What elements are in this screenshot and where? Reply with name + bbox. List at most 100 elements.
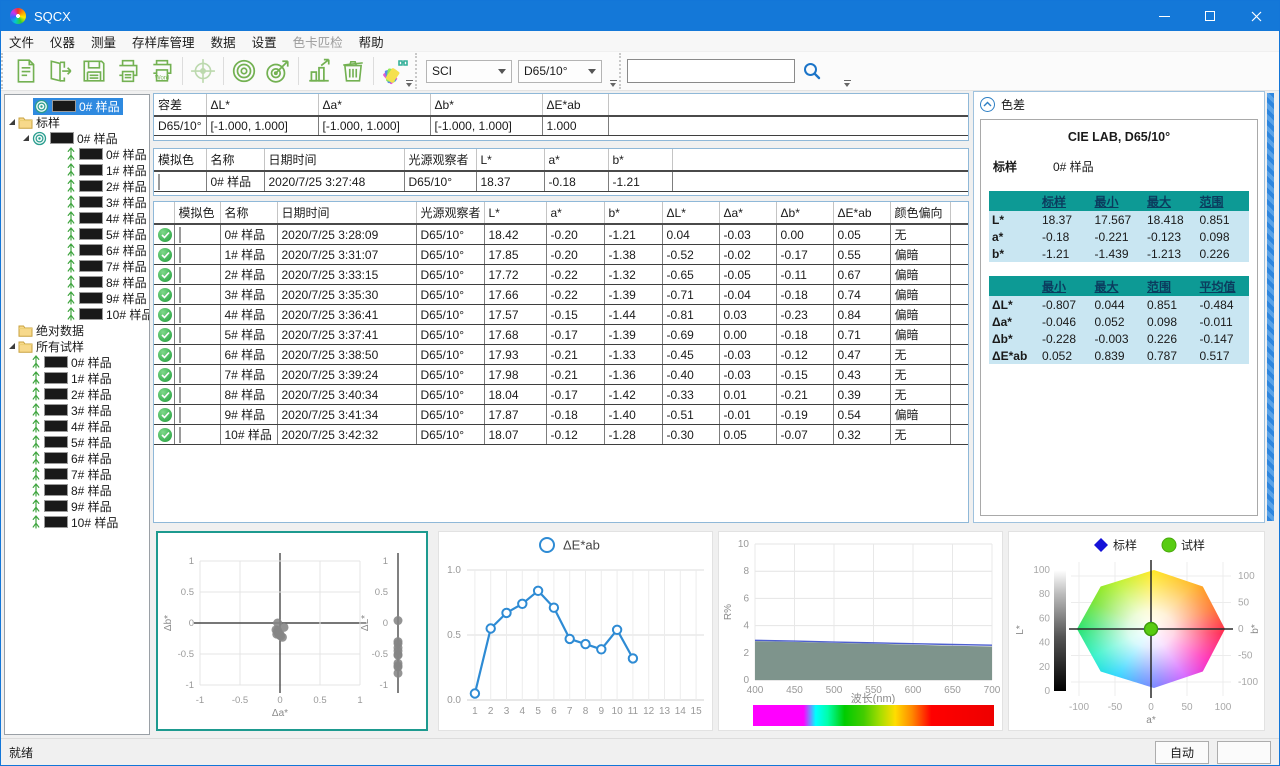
tree-item[interactable]: 5# 样品 [5,226,149,242]
save-button[interactable] [77,54,111,88]
color-swatch [179,387,181,403]
cell: 平均值 [1197,276,1250,296]
empty-status-button[interactable] [1217,741,1271,764]
tree-item[interactable]: 6# 样品 [5,450,149,466]
cell [174,245,220,265]
cell: -1.42 [604,385,662,405]
chart-panel-lab-gamut[interactable]: 020406080100L*-100-50050100-100-50050100… [1008,531,1265,731]
cell: -0.17 [776,245,833,265]
cell [174,345,220,365]
tree-item[interactable]: 1# 样品 [5,162,149,178]
tree-item[interactable]: 10# 样品 [5,306,149,322]
tree-item[interactable]: 7# 样品 [5,466,149,482]
cell: -0.65 [662,265,719,285]
menu-item-7[interactable]: 帮助 [351,30,392,53]
toolbar-overflow-icon[interactable] [405,80,414,88]
table-row[interactable]: D65/10°[-1.000, 1.000][-1.000, 1.000][-1… [154,116,968,135]
toolbar-overflow-icon[interactable] [843,80,852,88]
expander-icon[interactable] [7,341,17,351]
expander-icon[interactable] [21,133,31,143]
print-word-button[interactable]: Word [145,54,179,88]
close-button[interactable] [1233,1,1279,31]
sci-dropdown[interactable]: SCI [426,60,512,83]
menu-item-5[interactable]: 设置 [244,30,285,53]
tree-item[interactable]: 9# 样品 [5,290,149,306]
cell: -0.01 [719,405,776,425]
color-difference-panel: 色差 CIE LAB, D65/10° 标样 0# 样品 标样最小最大范围L*1… [973,91,1265,523]
delete-button[interactable] [336,54,370,88]
color-swatch [44,420,68,432]
tree-item[interactable]: 10# 样品 [5,514,149,530]
panel-scrollbar[interactable] [1267,93,1274,521]
tree-item[interactable]: 2# 样品 [5,178,149,194]
tree-item-label: 5# 样品 [71,434,112,451]
table-row[interactable]: 1# 样品2020/7/25 3:31:07D65/10°17.85-0.20-… [154,245,968,265]
auto-button[interactable]: 自动 [1155,741,1209,764]
tree-group-trials[interactable]: 所有试样 [5,338,149,354]
chart-button[interactable] [302,54,336,88]
tree-item[interactable]: 2# 样品 [5,386,149,402]
cell [154,345,174,365]
tree-item[interactable]: 4# 样品 [5,418,149,434]
color-swatch [44,356,68,368]
minimize-button[interactable] [1141,1,1187,31]
tree-item[interactable]: 1# 样品 [5,370,149,386]
cell: 2020/7/25 3:37:41 [277,325,416,345]
table-row[interactable]: 7# 样品2020/7/25 3:39:24D65/10°17.98-0.21-… [154,365,968,385]
tree-item[interactable]: 3# 样品 [5,402,149,418]
measure-button[interactable] [261,54,295,88]
cell [154,405,174,425]
menu-item-3[interactable]: 存样库管理 [124,30,203,53]
tree-item[interactable]: 8# 样品 [5,482,149,498]
table-row[interactable]: 0# 样品2020/7/25 3:27:48D65/10°18.37-0.18-… [154,171,968,192]
print-button[interactable] [111,54,145,88]
tree-group-absolute[interactable]: 绝对数据 [5,322,149,338]
table-row[interactable]: 6# 样品2020/7/25 3:38:50D65/10°17.93-0.21-… [154,345,968,365]
table-row[interactable]: 5# 样品2020/7/25 3:37:41D65/10°17.68-0.17-… [154,325,968,345]
menu-item-0[interactable]: 文件 [1,30,42,53]
tree-item[interactable]: 3# 样品 [5,194,149,210]
new-file-button[interactable] [9,54,43,88]
table-row[interactable]: 10# 样品2020/7/25 3:42:32D65/10°18.07-0.12… [154,425,968,445]
menu-item-6[interactable]: 色卡匹检 [285,30,351,53]
color-swatch [79,196,103,208]
menu-item-4[interactable]: 数据 [203,30,244,53]
maximize-button[interactable] [1187,1,1233,31]
table-row[interactable]: 0# 样品2020/7/25 3:28:09D65/10°18.42-0.20-… [154,224,968,245]
column-header: 光源观察者 [404,149,476,171]
table-row[interactable]: 8# 样品2020/7/25 3:40:34D65/10°18.04-0.17-… [154,385,968,405]
tree-item-current-standard[interactable]: 0# 样品 [5,98,149,114]
cell: 17.72 [484,265,546,285]
chart-panel-delta-scatter[interactable]: -1-1-0.5-0.5000.50.511Δa*Δb*-1-0.500.51Δ… [156,531,428,731]
cell: 0.00 [719,325,776,345]
tree-group-standard[interactable]: 标样 [5,114,149,130]
illuminant-dropdown[interactable]: D65/10° [518,60,602,83]
tree-item-standard-0[interactable]: 0# 样品 [5,130,149,146]
expander-icon[interactable] [7,117,17,127]
table-row[interactable]: 4# 样品2020/7/25 3:36:41D65/10°17.57-0.15-… [154,305,968,325]
toolbar-overflow-icon[interactable] [609,80,618,88]
tree-item[interactable]: 4# 样品 [5,210,149,226]
table-row[interactable]: 2# 样品2020/7/25 3:33:15D65/10°17.72-0.22-… [154,265,968,285]
cell: -0.12 [546,425,604,445]
calibrate-button[interactable] [227,54,261,88]
cell: -0.69 [662,325,719,345]
tree-item[interactable]: 9# 样品 [5,498,149,514]
tree-item[interactable]: 5# 样品 [5,434,149,450]
search-input[interactable] [627,59,795,83]
tree-item[interactable]: 0# 样品 [5,146,149,162]
menu-item-2[interactable]: 测量 [83,30,124,53]
align-target-button[interactable] [186,54,220,88]
table-row[interactable]: 3# 样品2020/7/25 3:35:30D65/10°17.66-0.22-… [154,285,968,305]
tree-item[interactable]: 8# 样品 [5,274,149,290]
menu-item-1[interactable]: 仪器 [42,30,83,53]
export-button[interactable] [43,54,77,88]
search-icon[interactable] [801,60,823,82]
chart-panel-delta-e-trend[interactable]: ΔE*ab0.00.51.0123456789101112131415 [438,531,713,731]
tree-item[interactable]: 7# 样品 [5,258,149,274]
table-row[interactable]: 9# 样品2020/7/25 3:41:34D65/10°17.87-0.18-… [154,405,968,425]
tree-item[interactable]: 0# 样品 [5,354,149,370]
tree-item[interactable]: 6# 样品 [5,242,149,258]
collapse-panel-button[interactable] [980,97,995,112]
chart-panel-spectral[interactable]: 0246810400450500550600650700波长(nm)R% [718,531,1003,731]
